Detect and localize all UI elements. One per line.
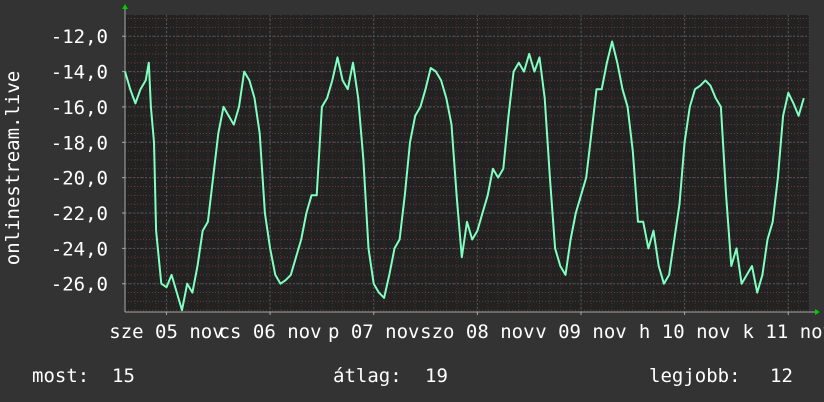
footer-best-value: 12	[770, 365, 793, 387]
x-tick-label: v 09 nov	[535, 321, 627, 343]
footer-average-value: 19	[425, 365, 448, 387]
x-tick-label: h 10 nov	[639, 321, 731, 343]
y-tick-label: -24,0	[51, 238, 108, 260]
chart-container: -12,0 -14,0 -16,0 -18,0 -20,0 -22,0 -24,0 -26,0…	[0, 0, 824, 402]
footer-current-value: 15	[112, 365, 135, 387]
y-tick-label: -18,0	[51, 132, 108, 154]
x-tick-labels: sze 05 novcs 06 nov p 07 nov szo 08 nov v 0…	[109, 321, 824, 343]
footer-average-label: átlag:	[333, 365, 402, 387]
y-tick-label: -16,0	[51, 97, 108, 119]
y-tick-label: -12,0	[51, 26, 108, 48]
x-tick-label: cs 06 nov	[219, 321, 322, 343]
y-tick-label: -20,0	[51, 168, 108, 190]
y-tick-label: -26,0	[51, 274, 108, 296]
x-tick-label: k 11 nov	[743, 321, 824, 343]
y-axis-label: onlinestream.live	[2, 71, 24, 265]
line-chart: -12,0 -14,0 -16,0 -18,0 -20,0 -22,0 -24,0 -26,0…	[0, 0, 824, 402]
x-tick-label: p 07 nov	[328, 321, 420, 343]
x-tick-label: sze 05 nov	[109, 321, 223, 343]
footer-best-label: legjobb:	[649, 365, 741, 387]
y-tick-label: -22,0	[51, 203, 108, 225]
y-tick-label: -14,0	[51, 62, 108, 84]
footer-current-label: most:	[32, 365, 89, 387]
x-tick-label: szo 08 nov	[420, 321, 534, 343]
